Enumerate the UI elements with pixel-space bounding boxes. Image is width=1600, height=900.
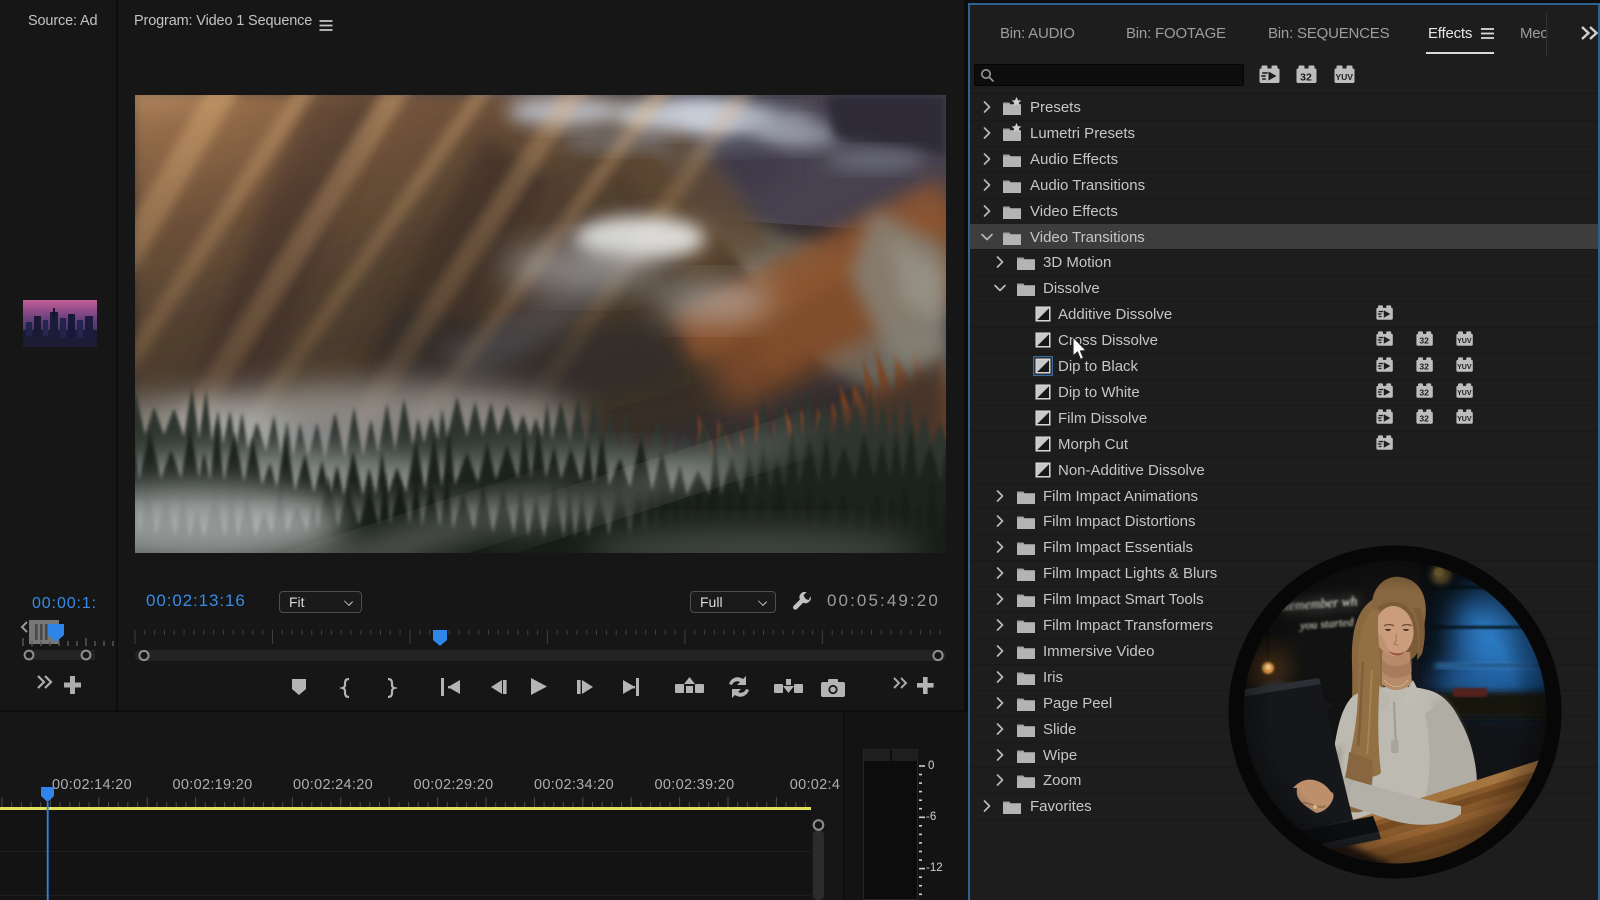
svg-text:YUV: YUV bbox=[1457, 338, 1472, 345]
svg-text:32: 32 bbox=[1419, 387, 1429, 397]
svg-text:32: 32 bbox=[1300, 71, 1312, 83]
svg-text:32: 32 bbox=[1419, 362, 1429, 372]
svg-text:YUV: YUV bbox=[1457, 390, 1472, 397]
svg-text:YUV: YUV bbox=[1457, 364, 1472, 371]
svg-text:32: 32 bbox=[1419, 413, 1429, 423]
svg-text:YUV: YUV bbox=[1457, 416, 1472, 423]
svg-text:32: 32 bbox=[1419, 336, 1429, 346]
svg-text:YUV: YUV bbox=[1335, 72, 1353, 82]
